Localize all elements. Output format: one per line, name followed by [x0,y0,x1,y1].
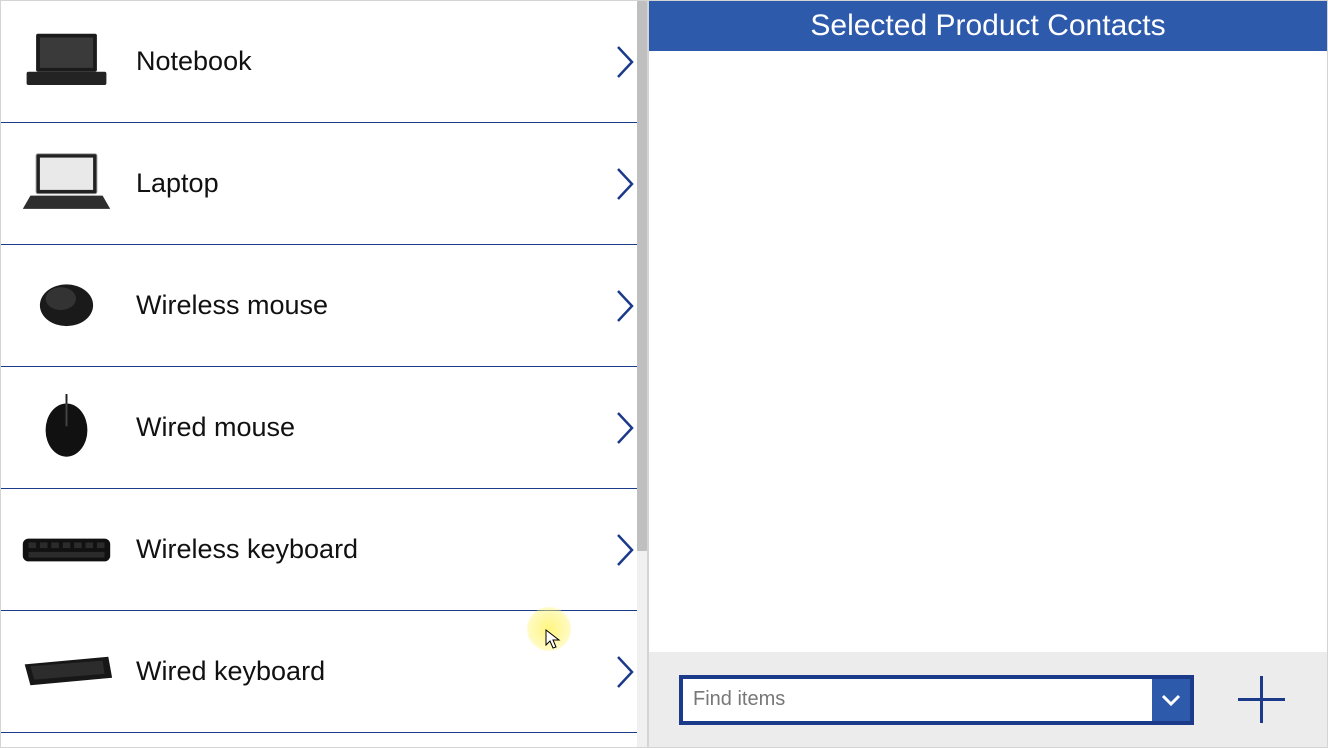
product-list-panel: Notebook Laptop Wireless [0,0,648,748]
product-label: Notebook [136,46,613,77]
product-label: Laptop [136,168,613,199]
contacts-panel: Selected Product Contacts [648,0,1328,748]
product-label: Wireless mouse [136,290,613,321]
find-items-input[interactable] [683,679,1152,721]
scrollbar-thumb[interactable] [637,1,647,551]
laptop-icon [19,149,114,219]
product-row-wired-mouse[interactable]: Wired mouse [1,367,647,489]
product-row-laptop[interactable]: Laptop [1,123,647,245]
chevron-down-icon[interactable] [1152,679,1190,721]
contacts-body [649,51,1327,652]
product-row-wireless-keyboard[interactable]: Wireless keyboard [1,489,647,611]
wireless-mouse-icon [19,271,114,341]
app-root: Notebook Laptop Wireless [0,0,1328,748]
product-label: Wired mouse [136,412,613,443]
notebook-icon [19,27,114,97]
wired-mouse-icon [19,393,114,463]
chevron-right-icon [613,530,637,570]
chevron-right-icon [613,164,637,204]
product-list: Notebook Laptop Wireless [1,1,647,747]
find-items-combo[interactable] [679,675,1194,725]
chevron-right-icon [613,408,637,448]
chevron-right-icon [613,42,637,82]
product-label: Wired keyboard [136,656,613,687]
contacts-footer [649,652,1327,747]
product-row-notebook[interactable]: Notebook [1,1,647,123]
wired-keyboard-icon [19,637,114,707]
wireless-keyboard-icon [19,515,114,585]
product-row-wired-keyboard[interactable]: Wired keyboard [1,611,647,733]
product-label: Wireless keyboard [136,534,613,565]
contacts-header: Selected Product Contacts [649,1,1327,51]
scrollbar[interactable] [637,1,647,747]
chevron-right-icon [613,286,637,326]
chevron-right-icon [613,652,637,692]
add-button[interactable] [1234,672,1289,727]
product-row-wireless-mouse[interactable]: Wireless mouse [1,245,647,367]
